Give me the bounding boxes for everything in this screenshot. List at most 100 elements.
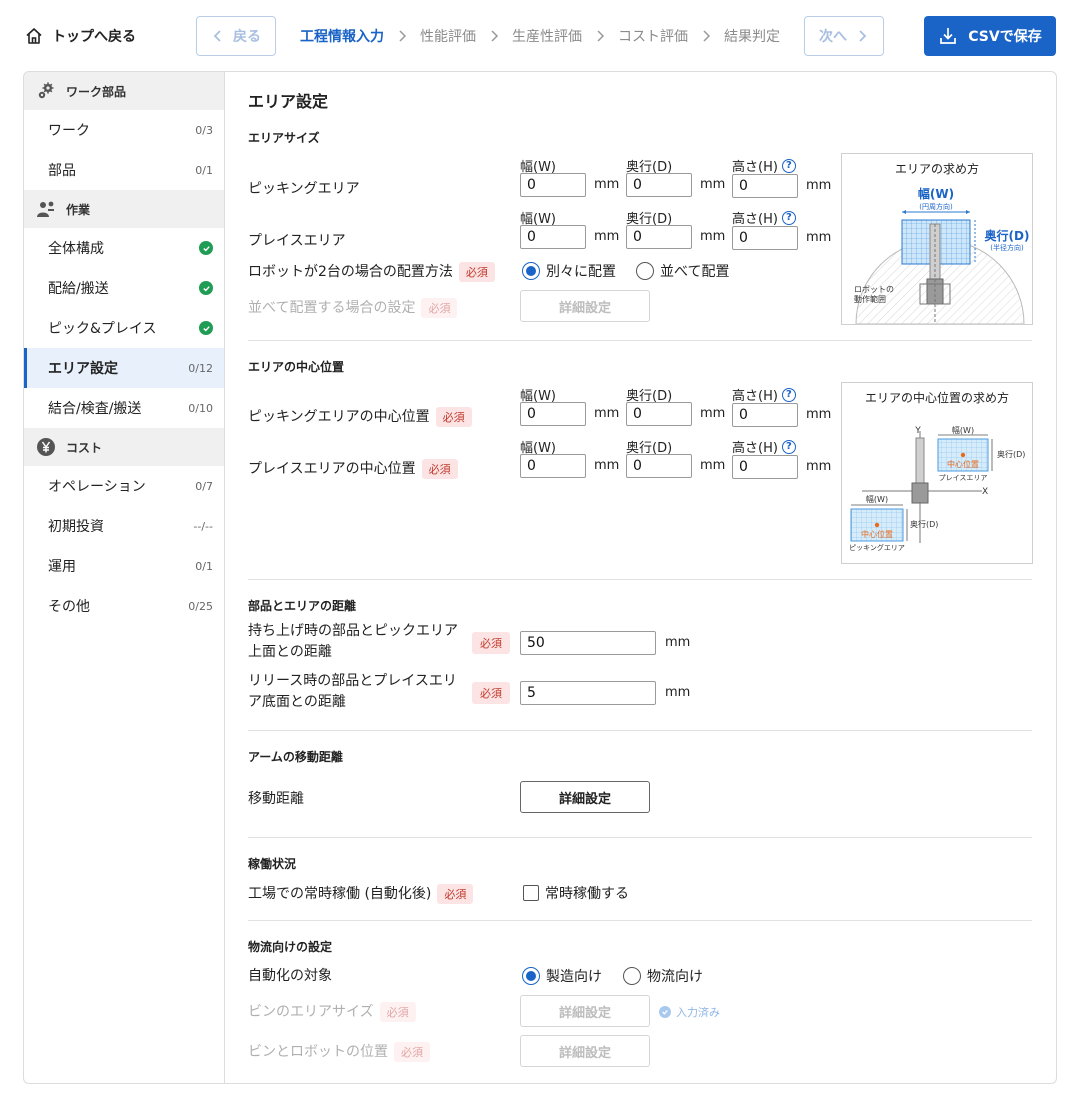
sidebar-item-count: 0/1 [195,163,213,177]
place-width-label: 幅(W) [952,425,974,435]
place-width-input[interactable]: 0 [520,225,586,249]
section-title-area-size: エリアサイズ [248,131,320,145]
place-depth-input[interactable]: 0 [626,225,692,249]
sidebar-item-running[interactable]: 運用 0/1 [24,546,224,586]
sidebar-item-initial-investment[interactable]: 初期投資 --/-- [24,506,224,546]
help-icon[interactable]: ? [781,387,796,402]
help-icon[interactable]: ? [781,210,796,225]
picking-height-input[interactable]: 0 [732,174,798,198]
radio-selected-icon [522,967,540,985]
required-badge: 必須 [472,682,510,704]
place-center-width-input[interactable]: 0 [520,454,586,478]
radio-unselected-icon [636,262,654,280]
prev-button[interactable]: 戻る [196,16,276,56]
height-label: 高さ(H)? [732,208,796,227]
sidebar-item-count: 0/7 [195,479,213,493]
move-distance-label: 移動距離 [248,791,304,807]
height-label: 高さ(H)? [732,437,796,456]
sidebar-item-operation[interactable]: オペレーション 0/7 [24,466,224,506]
chevron-right-icon [688,30,724,42]
home-icon [26,28,42,44]
sidebar-item-parts[interactable]: 部品 0/1 [24,150,224,190]
layout-side-by-side-radio[interactable]: 並べて配置 [636,261,729,281]
gears-icon [36,81,56,101]
sidebar-item-pick-and-place[interactable]: ピック&プレイス [24,308,224,348]
picking-depth-input[interactable]: 0 [626,173,692,197]
bin-area-detail-button[interactable]: 詳細設定 [520,995,650,1027]
y-axis-label: Y [914,426,921,436]
sidebar-item-label: 部品 [48,163,76,179]
move-distance-detail-button[interactable]: 詳細設定 [520,781,650,813]
place-height-input[interactable]: 0 [732,226,798,250]
automation-target-label: 自動化の対象 [248,968,332,984]
target-manufacturing-radio[interactable]: 製造向け [522,966,602,986]
next-label: 次へ [819,29,847,45]
check-circle-icon [199,321,213,335]
check-circle-icon [199,281,213,295]
area-size-diagram: 幅(W) (円周方向) 奥行(D) (半径方向) ロボットの 動作範囲 [854,186,1030,324]
required-badge: 必須 [379,1002,416,1022]
required-badge: 必須 [435,407,472,427]
next-button[interactable]: 次へ [804,16,884,56]
help-icon[interactable]: ? [781,158,796,173]
layout-separate-radio[interactable]: 別々に配置 [522,261,616,281]
release-distance-input[interactable]: 5 [520,681,656,705]
picking-center-height-input[interactable]: 0 [732,403,798,427]
figure-depth-label: 奥行(D) [985,228,1030,243]
sidebar-item-count: --/-- [193,519,213,533]
lift-distance-label: 持ち上げ時の部品とピックエリア上面との距離 [248,623,458,660]
sidebar-item-count: 0/1 [195,559,213,573]
picking-area-label: ピッキングエリア [248,181,360,197]
step-cost[interactable]: コスト評価 [618,26,688,46]
lift-distance-input[interactable]: 50 [520,631,656,655]
picking-area-label: ピッキングエリア [849,543,905,552]
radio-unselected-icon [623,967,641,985]
place-center-height-input[interactable]: 0 [732,455,798,479]
back-to-top-link[interactable]: トップへ戻る [24,24,136,48]
always-running-checkbox[interactable]: 常時稼働する [523,883,629,903]
section-title-logistics: 物流向けの設定 [248,940,333,954]
sidebar-item-label: その他 [48,599,90,615]
height-label: 高さ(H)? [732,385,796,404]
unit-mm: mm [665,635,691,650]
place-center-depth-input[interactable]: 0 [626,454,692,478]
place-area-label: プレイスエリア [939,474,988,482]
help-icon[interactable]: ? [781,439,796,454]
worker-icon [36,199,56,219]
check-circle-icon [199,241,213,255]
sidebar-group-title: 作業 [66,202,91,217]
place-center-label: 中心位置 [947,459,979,469]
unit-mm: mm [700,177,726,192]
step-performance[interactable]: 性能評価 [420,26,476,46]
unit-mm: mm [594,229,620,244]
target-logistics-radio[interactable]: 物流向け [623,966,703,986]
step-process-input[interactable]: 工程情報入力 [300,26,384,46]
side-by-side-detail-button[interactable]: 詳細設定 [520,290,650,322]
section-title-arm: アームの移動距離 [248,750,343,764]
height-label: 高さ(H)? [732,156,796,175]
bin-position-detail-button[interactable]: 詳細設定 [520,1035,650,1067]
sidebar-item-area-settings[interactable]: エリア設定 0/12 [24,348,224,388]
sidebar-item-other[interactable]: その他 0/25 [24,586,224,626]
unit-mm: mm [700,229,726,244]
sidebar-item-overall-config[interactable]: 全体構成 [24,228,224,268]
picking-width-input[interactable]: 0 [520,173,586,197]
unit-mm: mm [594,458,620,473]
step-productivity[interactable]: 生産性評価 [512,26,582,46]
picking-center-depth-input[interactable]: 0 [626,402,692,426]
required-badge: 必須 [394,1042,430,1062]
required-badge: 必須 [472,632,510,654]
required-badge: 必須 [458,262,495,282]
sidebar-item-join-inspect-transport[interactable]: 結合/検査/搬送 0/10 [24,388,224,428]
picking-center-width-input[interactable]: 0 [520,402,586,426]
prev-label: 戻る [233,29,261,45]
sidebar-item-supply-transport[interactable]: 配給/搬送 [24,268,224,308]
bin-area-size-label: ビンのエリアサイズ 必須 [248,1001,416,1022]
sidebar-item-work[interactable]: ワーク 0/3 [24,110,224,150]
step-result[interactable]: 結果判定 [724,26,780,46]
yen-icon [36,437,56,457]
sidebar-group-work-parts: ワーク部品 [24,72,224,110]
csv-save-button[interactable]: CSVで保存 [924,16,1056,56]
sidebar-item-label: エリア設定 [48,361,118,377]
unit-mm: mm [594,177,620,192]
